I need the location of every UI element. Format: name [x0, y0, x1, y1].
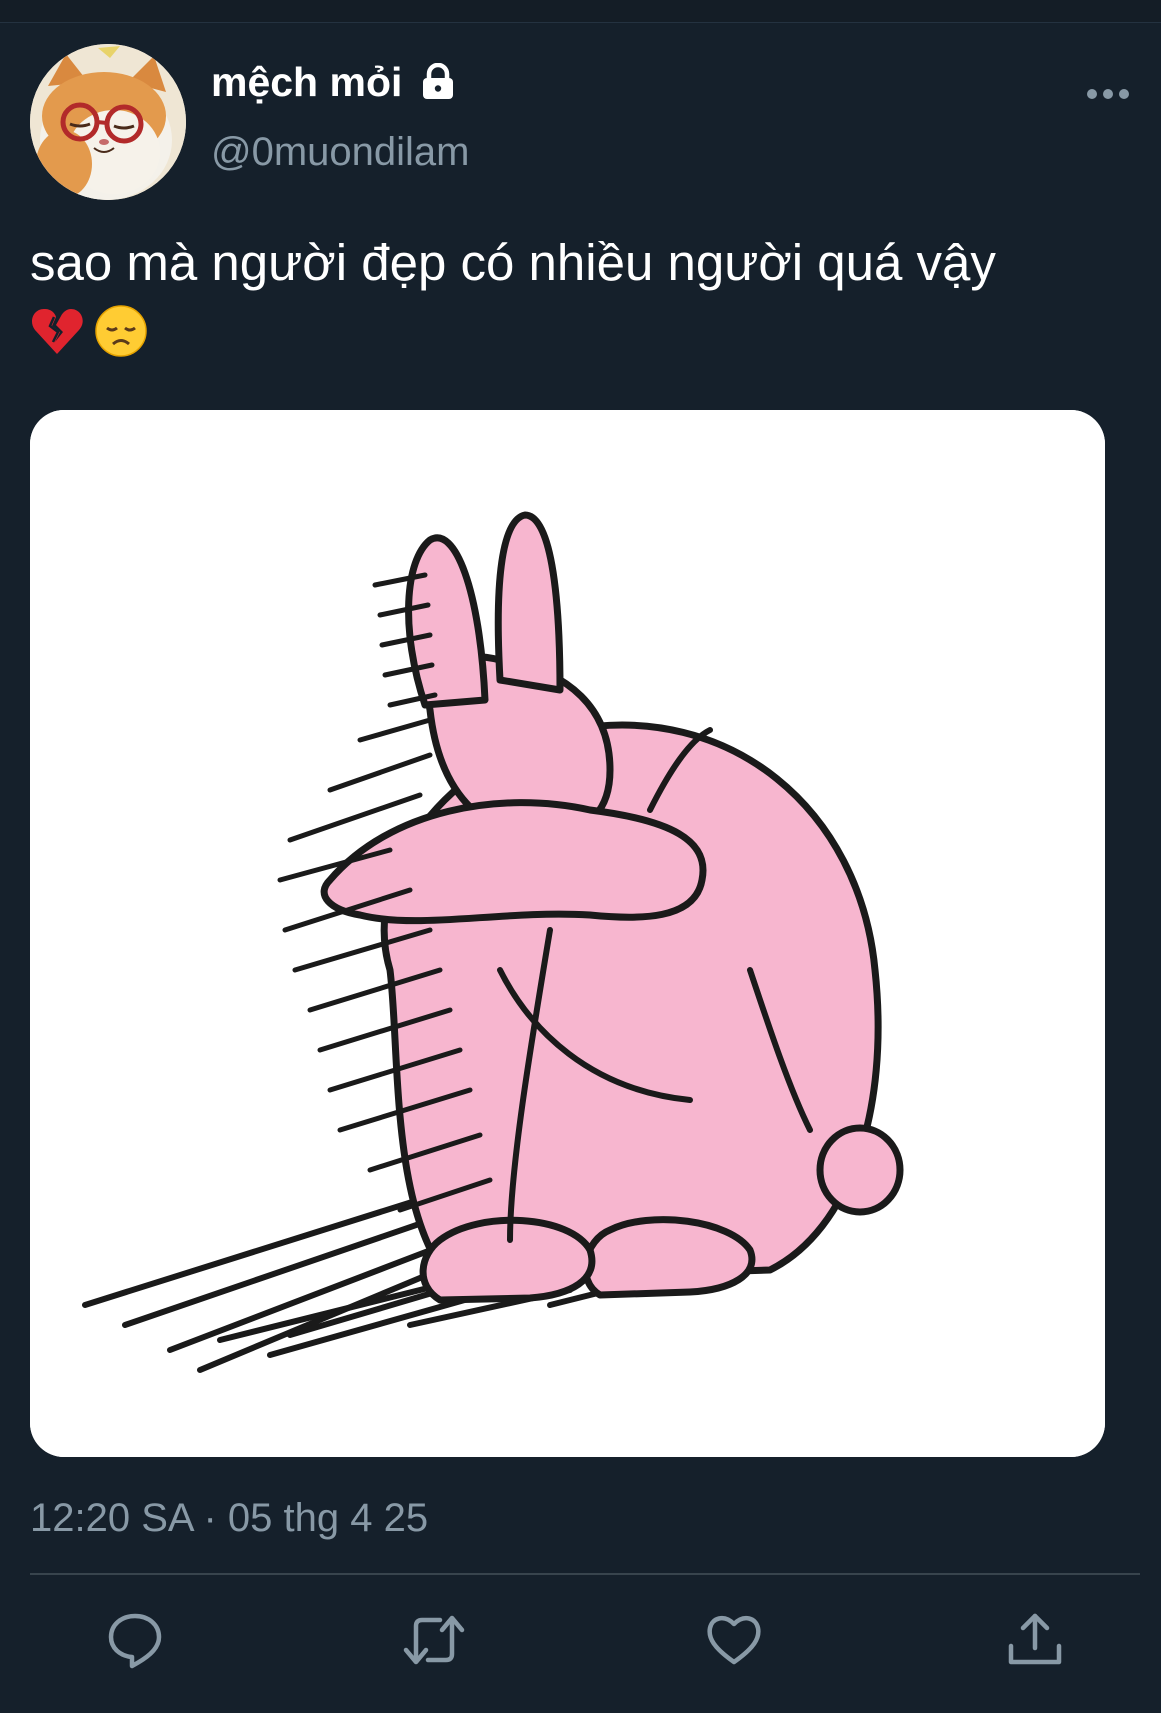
like-icon[interactable] — [704, 1610, 764, 1670]
tweet-media-image[interactable] — [30, 410, 1105, 1457]
more-icon[interactable] — [1086, 84, 1130, 104]
retweet-icon[interactable] — [402, 1610, 465, 1670]
top-border — [0, 0, 1161, 23]
display-name-text: mệch mỏi — [211, 59, 403, 105]
emoji-row — [30, 304, 148, 358]
reply-icon[interactable] — [105, 1610, 165, 1670]
display-name[interactable]: mệch mỏi — [211, 58, 456, 106]
avatar[interactable] — [30, 44, 186, 200]
divider — [30, 1573, 1140, 1575]
tweet-text: sao mà người đẹp có nhiều người quá vậy — [30, 234, 996, 291]
broken-heart-emoji — [31, 308, 83, 354]
share-icon[interactable] — [1005, 1610, 1065, 1670]
cat-avatar-image — [30, 44, 186, 200]
lock-icon — [420, 62, 456, 101]
tweet-timestamp[interactable]: 12:20 SA · 05 thg 4 25 — [30, 1494, 428, 1542]
action-bar — [0, 1610, 1161, 1690]
user-handle[interactable]: @0muondilam — [211, 128, 470, 176]
disappointed-face-emoji — [95, 305, 147, 357]
sad-bunny-illustration — [30, 410, 1105, 1457]
